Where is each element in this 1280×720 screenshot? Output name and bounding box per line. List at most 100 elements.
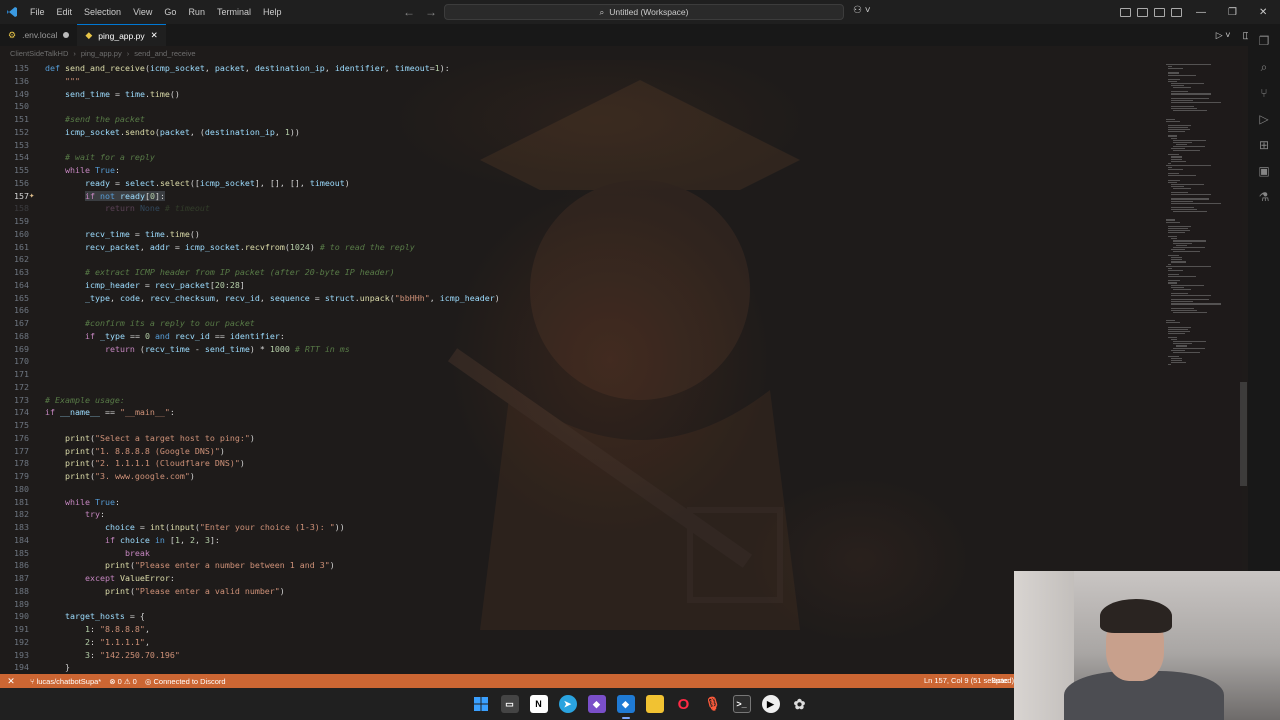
search-icon[interactable]: ⌕ bbox=[1257, 60, 1271, 74]
code-line[interactable]: 158 return None # timeout bbox=[0, 202, 500, 215]
code-line[interactable]: 183 choice = int(input("Enter your choic… bbox=[0, 521, 500, 534]
notion-icon[interactable]: N bbox=[529, 695, 548, 713]
code-line[interactable]: 155 while True: bbox=[0, 164, 500, 177]
discord-status[interactable]: ◎ Connected to Discord bbox=[145, 677, 226, 686]
code-line[interactable]: 165 _type, code, recv_checksum, recv_id,… bbox=[0, 292, 500, 305]
code-line[interactable]: 180 bbox=[0, 483, 500, 496]
remote-icon[interactable]: ✕ bbox=[0, 674, 22, 688]
maximize-icon[interactable]: ❐ bbox=[1228, 7, 1237, 18]
menu-help[interactable]: Help bbox=[257, 0, 288, 24]
code-line[interactable]: 170 bbox=[0, 355, 500, 368]
run-debug-icon[interactable]: ▷ bbox=[1257, 112, 1271, 126]
back-arrow-icon[interactable]: ← bbox=[403, 5, 415, 19]
code-line[interactable]: 181 while True: bbox=[0, 496, 500, 509]
media-player-icon[interactable]: ▶ bbox=[761, 695, 780, 713]
menu-terminal[interactable]: Terminal bbox=[211, 0, 257, 24]
code-line[interactable]: 161 recv_packet, addr = icmp_socket.recv… bbox=[0, 241, 500, 254]
code-line[interactable]: 190 target_hosts = { bbox=[0, 610, 500, 623]
code-line[interactable]: 164 icmp_header = recv_packet[20:28] bbox=[0, 279, 500, 292]
code-line[interactable]: 156 ready = select.select([icmp_socket],… bbox=[0, 177, 500, 190]
code-line[interactable]: 157 ✦ if not ready[0]: bbox=[0, 190, 500, 203]
menu-selection[interactable]: Selection bbox=[78, 0, 127, 24]
code-line[interactable]: 187 except ValueError: bbox=[0, 572, 500, 585]
code-line[interactable]: 178 print("2. 1.1.1.1 (Cloudflare DNS)") bbox=[0, 457, 500, 470]
git-branch[interactable]: ⑂ lucas/chatbotSupa* bbox=[30, 677, 101, 686]
code-line[interactable]: 172 bbox=[0, 381, 500, 394]
code-line[interactable]: 154 # wait for a reply bbox=[0, 151, 500, 164]
tab-ping-app[interactable]: ◆ ping_app.py ✕ bbox=[77, 24, 166, 46]
code-line[interactable]: 160 recv_time = time.time() bbox=[0, 228, 500, 241]
vertical-scrollbar[interactable] bbox=[1240, 382, 1247, 486]
code-line[interactable]: 153 bbox=[0, 139, 500, 152]
menu-file[interactable]: File bbox=[24, 0, 51, 24]
code-line[interactable]: 171 bbox=[0, 368, 500, 381]
breadcrumb-symbol[interactable]: send_and_receive bbox=[134, 49, 195, 58]
microphone-icon[interactable]: 🎙 bbox=[704, 695, 722, 713]
visual-studio-icon[interactable]: ◆ bbox=[587, 695, 606, 713]
code-line[interactable]: 189 bbox=[0, 598, 500, 611]
toggle-primary-sidebar-icon[interactable] bbox=[1137, 7, 1148, 17]
code-line[interactable]: 174 if __name__ == "__main__": bbox=[0, 406, 500, 419]
code-editor[interactable]: 135 def send_and_receive(icmp_socket, pac… bbox=[0, 60, 1160, 674]
code-line[interactable]: 168 if _type == 0 and recv_id == identif… bbox=[0, 330, 500, 343]
vscode-icon[interactable]: ◆ bbox=[616, 695, 635, 719]
remote-explorer-icon[interactable]: ▣ bbox=[1257, 164, 1271, 178]
code-line[interactable]: 184 if choice in [1, 2, 3]: bbox=[0, 534, 500, 547]
tab-env-local[interactable]: ⚙ .env.local bbox=[0, 24, 77, 46]
problems-indicator[interactable]: ⊗ 0 ⚠ 0 bbox=[109, 677, 137, 686]
lightbulb-icon[interactable]: ✦ bbox=[29, 190, 34, 203]
code-line[interactable]: 152 icmp_socket.sendto(packet, (destinat… bbox=[0, 126, 500, 139]
customize-layout-icon[interactable] bbox=[1120, 7, 1131, 17]
telegram-icon[interactable]: ➤ bbox=[558, 695, 577, 713]
code-line[interactable]: 182 try: bbox=[0, 508, 500, 521]
code-line[interactable]: 191 1: "8.8.8.8", bbox=[0, 623, 500, 636]
testing-icon[interactable]: ⚗ bbox=[1257, 190, 1271, 204]
code-line[interactable]: 159 bbox=[0, 215, 500, 228]
breadcrumb-folder[interactable]: ClientSideTalkHD bbox=[10, 49, 68, 58]
code-line[interactable]: 169 return (recv_time - send_time) * 100… bbox=[0, 343, 500, 356]
close-window-icon[interactable]: ✕ bbox=[1259, 7, 1267, 18]
forward-arrow-icon[interactable]: → bbox=[425, 5, 437, 19]
code-line[interactable]: 186 print("Please enter a number between… bbox=[0, 559, 500, 572]
toggle-secondary-sidebar-icon[interactable] bbox=[1171, 7, 1182, 17]
indentation-status[interactable]: Spac bbox=[991, 674, 1008, 688]
explorer-icon[interactable]: ❐ bbox=[1257, 34, 1271, 48]
run-icon[interactable]: ▷ ˅ bbox=[1216, 30, 1231, 41]
minimize-icon[interactable]: — bbox=[1196, 7, 1206, 18]
code-line[interactable]: 149 send_time = time.time() bbox=[0, 88, 500, 101]
code-line[interactable]: 194 } bbox=[0, 661, 500, 674]
unsaved-dot-icon[interactable] bbox=[63, 32, 70, 38]
code-line[interactable]: 192 2: "1.1.1.1", bbox=[0, 636, 500, 649]
start-icon[interactable] bbox=[472, 695, 490, 713]
code-line[interactable]: 185 break bbox=[0, 547, 500, 560]
copilot-icon[interactable]: ⚇ ˅ bbox=[853, 5, 871, 16]
code-line[interactable]: 173 # Example usage: bbox=[0, 394, 500, 407]
code-line[interactable]: 193 3: "142.250.70.196" bbox=[0, 649, 500, 662]
code-line[interactable]: 176 print("Select a target host to ping:… bbox=[0, 432, 500, 445]
opera-icon[interactable]: O bbox=[675, 695, 693, 713]
menu-edit[interactable]: Edit bbox=[51, 0, 79, 24]
file-explorer-icon[interactable] bbox=[645, 695, 664, 713]
code-line[interactable]: 151 #send the packet bbox=[0, 113, 500, 126]
code-line[interactable]: 177 print("1. 8.8.8.8 (Google DNS)") bbox=[0, 445, 500, 458]
code-line[interactable]: 136 """ bbox=[0, 75, 500, 88]
code-line[interactable]: 167 #confirm its a reply to our packet bbox=[0, 317, 500, 330]
code-line[interactable]: 135 def send_and_receive(icmp_socket, pac… bbox=[0, 62, 500, 75]
menu-view[interactable]: View bbox=[127, 0, 158, 24]
terminal-icon[interactable]: >_ bbox=[732, 695, 751, 713]
close-tab-icon[interactable]: ✕ bbox=[151, 30, 158, 41]
menu-run[interactable]: Run bbox=[182, 0, 211, 24]
command-center[interactable]: ⌕ Untitled (Workspace) bbox=[444, 4, 844, 20]
chatgpt-icon[interactable]: ✿ bbox=[791, 695, 809, 713]
menu-go[interactable]: Go bbox=[158, 0, 182, 24]
breadcrumb-file[interactable]: ping_app.py bbox=[81, 49, 122, 58]
code-line[interactable]: 163 # extract ICMP header from IP packet… bbox=[0, 266, 500, 279]
toggle-panel-icon[interactable] bbox=[1154, 7, 1165, 17]
code-line[interactable]: 150 bbox=[0, 100, 500, 113]
code-line[interactable]: 179 print("3. www.google.com") bbox=[0, 470, 500, 483]
code-line[interactable]: 162 bbox=[0, 253, 500, 266]
source-control-icon[interactable]: ⑂ bbox=[1257, 86, 1271, 100]
extensions-icon[interactable]: ⊞ bbox=[1257, 138, 1271, 152]
taskview-icon[interactable]: ▭ bbox=[500, 695, 519, 713]
code-line[interactable]: 188 print("Please enter a valid number") bbox=[0, 585, 500, 598]
